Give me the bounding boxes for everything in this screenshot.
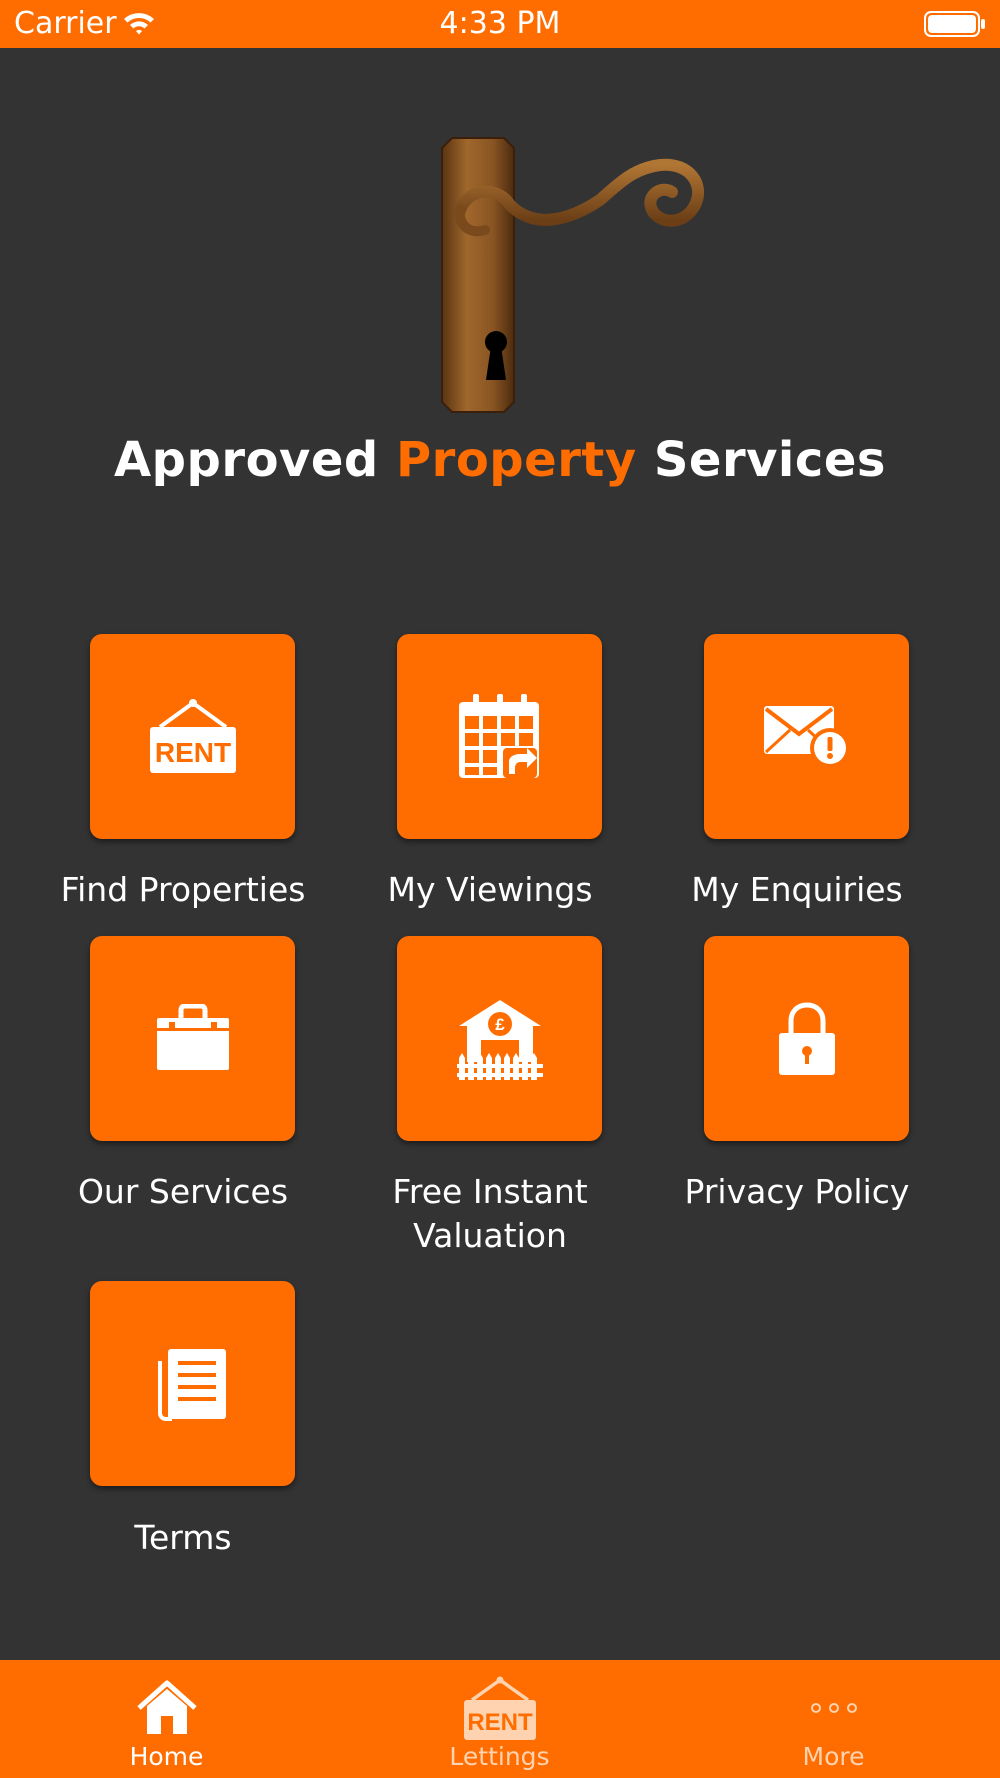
svg-text:RENT: RENT	[467, 1709, 533, 1736]
briefcase-icon	[155, 1003, 231, 1074]
rent-sign-icon: RENT	[333, 1670, 666, 1745]
house-pound-icon: £	[455, 996, 545, 1082]
tab-bar: Home RENT Lettings More	[0, 1660, 1000, 1778]
privacy-policy-label: Privacy Policy	[684, 1172, 910, 1211]
tab-lettings-label: Lettings	[449, 1742, 550, 1771]
envelope-alert-icon	[762, 702, 852, 772]
lock-icon	[777, 1001, 837, 1077]
rent-sign-icon: RENT	[148, 697, 238, 777]
brand-title: Approved Property Services	[0, 432, 1000, 488]
terms-button[interactable]	[90, 1281, 295, 1486]
battery-icon	[924, 11, 986, 37]
more-icon	[667, 1670, 1000, 1745]
tab-more[interactable]: More	[667, 1660, 1000, 1778]
free-instant-valuation-text: Free Instant Valuation	[392, 1172, 588, 1255]
find-properties-button[interactable]: RENT	[90, 634, 295, 839]
door-handle-logo	[430, 130, 730, 430]
privacy-policy-button[interactable]	[704, 936, 909, 1141]
free-instant-valuation-button[interactable]: £	[397, 936, 602, 1141]
document-icon	[157, 1347, 228, 1421]
my-viewings-button[interactable]	[397, 634, 602, 839]
our-services-label: Our Services	[77, 1172, 289, 1211]
my-viewings-label: My Viewings	[387, 870, 593, 909]
my-enquiries-label: My Enquiries	[691, 870, 903, 909]
tab-home-label: Home	[129, 1742, 204, 1771]
brand-word-services: Services	[653, 432, 886, 488]
free-instant-valuation-label: Free Instant Valuation	[340, 1170, 640, 1258]
my-enquiries-button[interactable]	[704, 634, 909, 839]
home-icon	[0, 1670, 333, 1745]
terms-label: Terms	[134, 1518, 232, 1557]
svg-text:RENT: RENT	[154, 737, 230, 768]
tab-home[interactable]: Home	[0, 1660, 333, 1778]
brand-word-property: Property	[395, 432, 637, 488]
find-properties-label: Find Properties	[60, 870, 306, 909]
svg-text:£: £	[495, 1015, 505, 1034]
brand-word-approved: Approved	[114, 432, 379, 488]
status-bar: Carrier 4:33 PM	[0, 0, 1000, 48]
tab-lettings[interactable]: RENT Lettings	[333, 1660, 666, 1778]
tab-more-label: More	[802, 1742, 865, 1771]
our-services-button[interactable]	[90, 936, 295, 1141]
calendar-icon	[457, 692, 543, 782]
status-time: 4:33 PM	[439, 6, 561, 41]
